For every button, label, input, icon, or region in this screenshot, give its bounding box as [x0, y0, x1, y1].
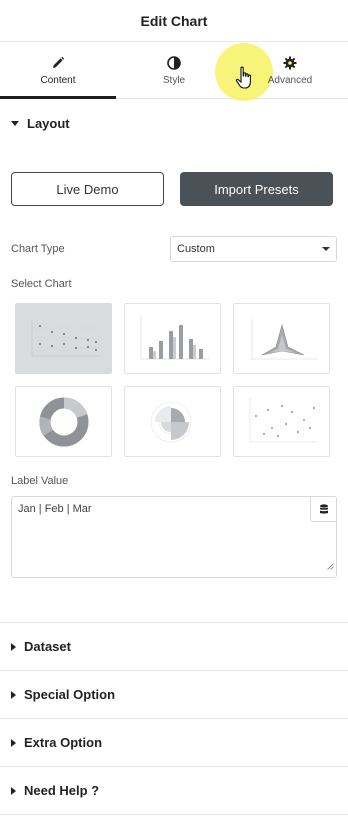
live-demo-button[interactable]: Live Demo [11, 172, 164, 206]
chart-option-scatter[interactable] [233, 386, 330, 457]
dataset-section-header[interactable]: Dataset [0, 623, 348, 671]
layout-section: Layout Live Demo Import Presets Chart Ty… [0, 99, 348, 623]
bar-chart-icon [140, 314, 209, 359]
caret-right-icon [11, 738, 16, 747]
database-icon [319, 503, 328, 514]
layout-section-title: Layout [27, 115, 70, 131]
line-chart-icon [31, 319, 100, 356]
tab-content[interactable]: Content [0, 42, 116, 99]
radar-chart-icon [249, 318, 318, 359]
need-help-section-header[interactable]: Need Help ? [0, 767, 348, 815]
gear-icon [282, 55, 298, 71]
import-presets-button[interactable]: Import Presets [180, 172, 333, 206]
scatter-chart-icon [249, 397, 318, 442]
tab-advanced-label: Advanced [267, 74, 313, 86]
select-chart-label: Select Chart [11, 278, 72, 290]
chevron-down-icon [322, 247, 330, 251]
special-option-section-title: Special Option [24, 687, 116, 702]
extra-option-section-header[interactable]: Extra Option [0, 719, 348, 767]
special-option-section-header[interactable]: Special Option [0, 671, 348, 719]
dynamic-tags-button[interactable] [310, 496, 337, 522]
chart-option-bar[interactable] [124, 303, 221, 374]
chart-type-grid [0, 303, 348, 457]
chart-option-radar[interactable] [233, 303, 330, 374]
layout-section-header[interactable]: Layout [0, 99, 348, 147]
panel-header: Edit Chart [0, 0, 348, 42]
polar-area-chart-icon [150, 401, 191, 442]
doughnut-chart-icon [38, 397, 88, 446]
resize-handle-icon[interactable] [327, 557, 334, 575]
chart-type-select[interactable]: Custom [170, 236, 337, 262]
caret-right-icon [11, 642, 16, 651]
tab-bar: Content Style Advanced [0, 42, 348, 99]
chart-option-line[interactable] [15, 303, 112, 374]
chart-option-polar[interactable] [124, 386, 221, 457]
dataset-section-title: Dataset [24, 639, 71, 654]
chart-type-value: Custom [177, 243, 215, 255]
pencil-icon [50, 55, 66, 71]
panel-title: Edit Chart [140, 12, 208, 29]
need-help-section-title: Need Help ? [24, 783, 100, 798]
label-value-field: Jan | Feb | Mar [11, 496, 337, 578]
label-value-textarea[interactable]: Jan | Feb | Mar [12, 497, 336, 577]
chart-type-label: Chart Type [11, 243, 65, 255]
tab-content-label: Content [40, 74, 76, 86]
chart-option-doughnut[interactable] [15, 386, 112, 457]
extra-option-section-title: Extra Option [24, 735, 103, 750]
hand-cursor-icon [235, 66, 255, 95]
caret-right-icon [11, 786, 16, 795]
caret-right-icon [11, 690, 16, 699]
tab-style-label: Style [162, 74, 186, 86]
label-value-label: Label Value [11, 475, 69, 487]
caret-down-icon [11, 120, 19, 126]
contrast-icon [166, 55, 182, 71]
